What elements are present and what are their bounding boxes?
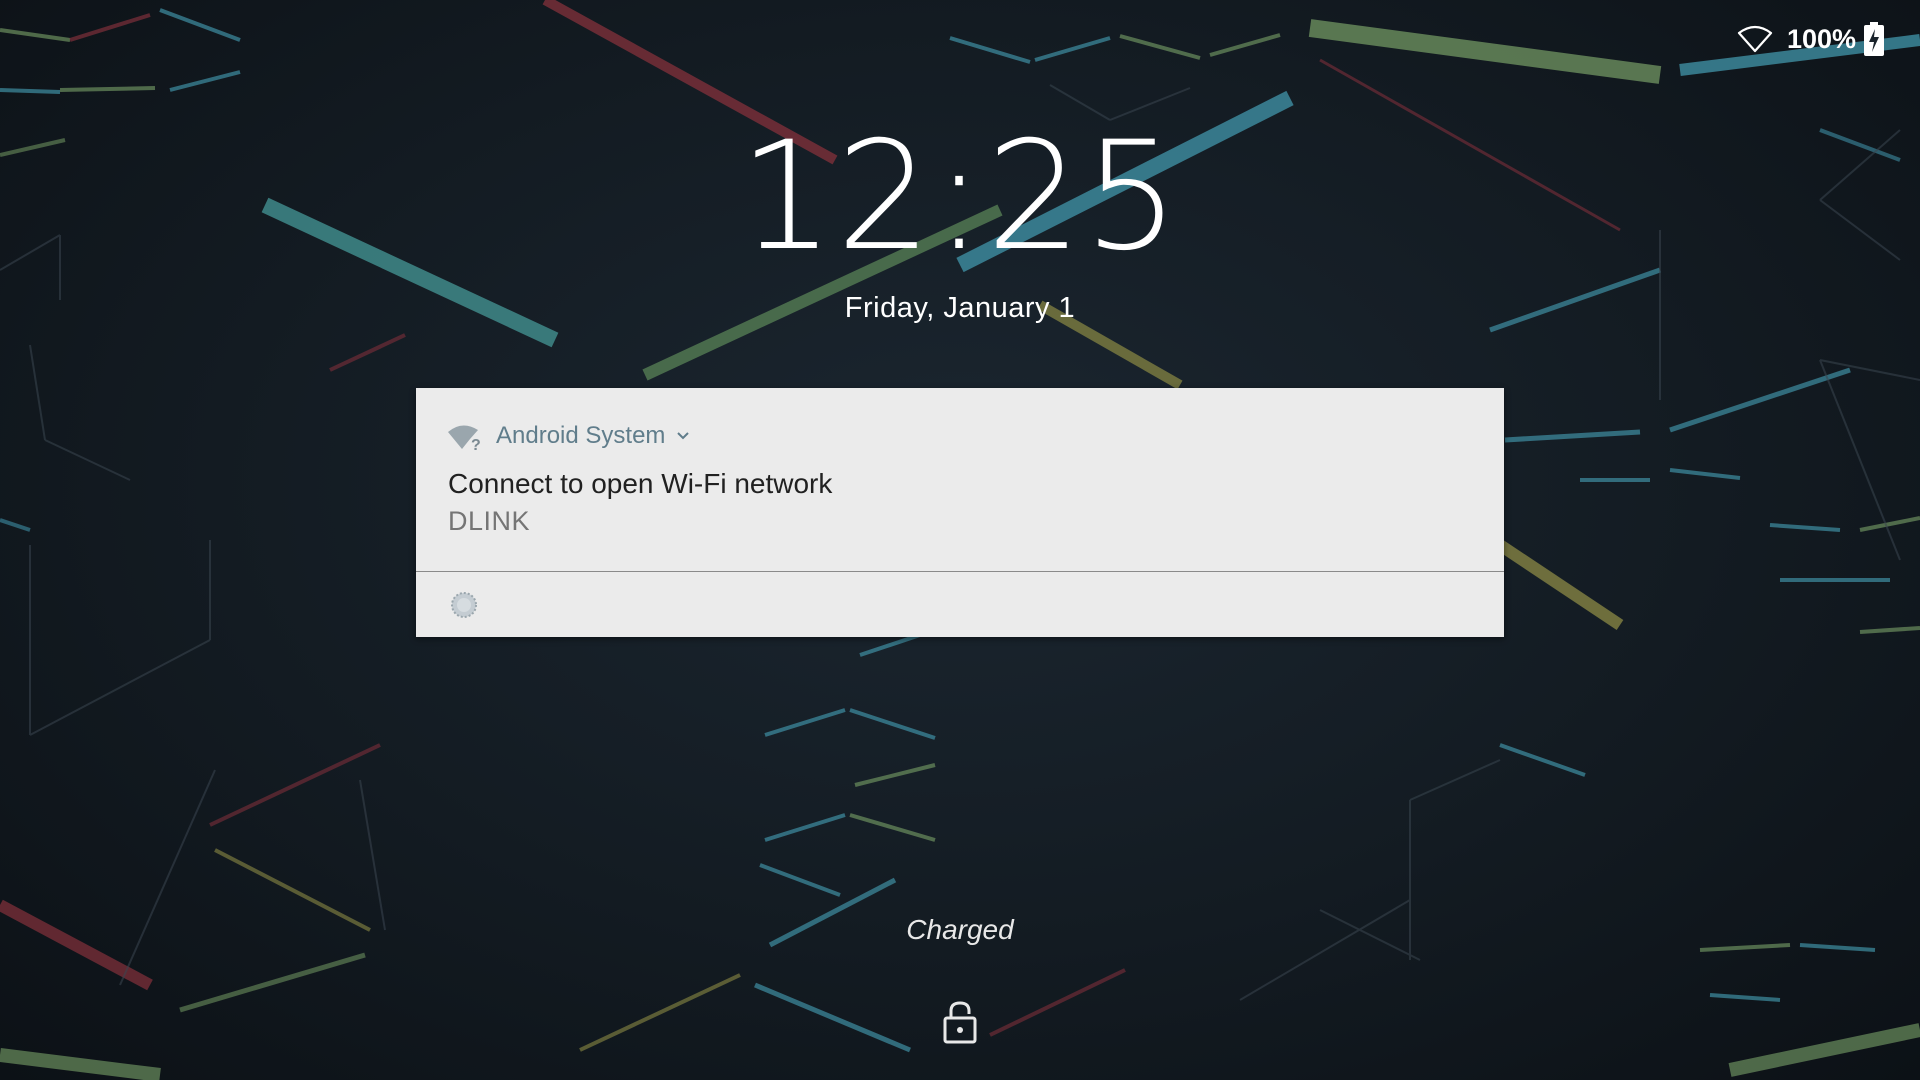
lockscreen-date: Friday, January 1 <box>844 292 1076 324</box>
wifi-question-icon: ? <box>448 425 481 451</box>
notification-text: DLINK <box>448 506 531 536</box>
lockscreen-clock: 12:25 <box>738 110 1182 284</box>
spinner-icon[interactable] <box>450 591 478 619</box>
wifi-notification-card[interactable]: ? Android System Connect to open Wi-Fi n… <box>416 388 1504 637</box>
chevron-down-icon[interactable] <box>675 428 691 444</box>
charging-status: Charged <box>906 914 1014 945</box>
lock-open-icon[interactable] <box>942 1000 978 1044</box>
svg-text:?: ? <box>471 437 481 451</box>
notification-title: Connect to open Wi-Fi network <box>448 468 833 499</box>
status-bar: 100% <box>1737 22 1884 56</box>
wifi-empty-icon <box>1737 25 1773 53</box>
battery-charging-icon <box>1864 22 1884 56</box>
notification-header[interactable]: ? Android System <box>448 421 691 451</box>
notification-divider <box>416 571 1504 572</box>
battery-percent: 100% <box>1786 23 1856 54</box>
notification-app-name: Android System <box>496 422 666 449</box>
lockscreen: 100% 12:25 Friday, January 1 ? Android S… <box>0 0 1920 1080</box>
